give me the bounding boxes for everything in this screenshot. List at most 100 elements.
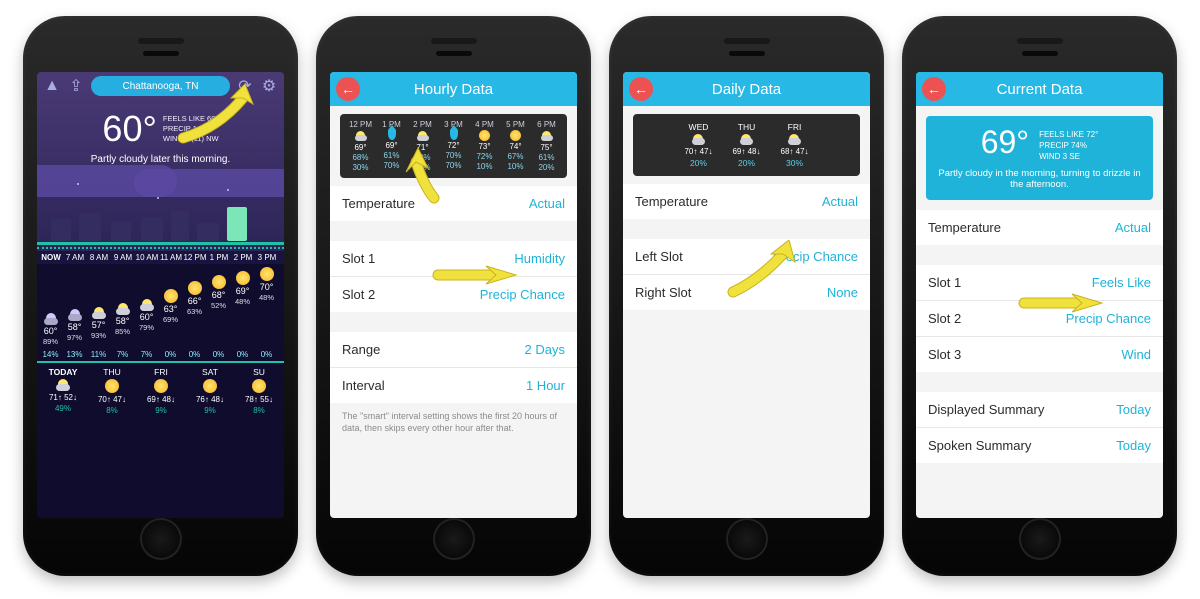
row-value: Precip Chance bbox=[480, 287, 565, 302]
hour-label: 2 PM bbox=[231, 253, 255, 262]
hourly-card[interactable]: 63°69% bbox=[159, 289, 182, 346]
row-spoken-summary[interactable]: Spoken Summary Today bbox=[916, 428, 1163, 463]
day-card[interactable]: THU70↑ 47↓8% bbox=[88, 367, 136, 415]
navbar-title: Daily Data bbox=[712, 81, 781, 98]
preview-day: THU69↑ 48↓20% bbox=[732, 122, 760, 168]
cityscape-illustration bbox=[37, 179, 284, 251]
precip-cell: 0% bbox=[231, 350, 254, 359]
row-slot3[interactable]: Slot 3 Wind bbox=[916, 337, 1163, 372]
hour-label: NOW bbox=[39, 253, 63, 262]
hourly-card[interactable]: 60°89% bbox=[39, 313, 62, 346]
settings-group-summary: Displayed Summary Today Spoken Summary T… bbox=[916, 392, 1163, 463]
navbar-title: Current Data bbox=[997, 81, 1083, 98]
screen-hourly-settings: ← Hourly Data 12 PM69°68%30%1 PM69°61%70… bbox=[330, 72, 577, 518]
row-temperature[interactable]: Temperature Actual bbox=[623, 184, 870, 219]
hourly-humidity: 48% bbox=[259, 293, 274, 302]
day-precip: 9% bbox=[155, 406, 167, 415]
back-button[interactable]: ← bbox=[629, 77, 653, 101]
daily-forecast-row[interactable]: TODAY71↑ 52↓49%THU70↑ 47↓8%FRI69↑ 48↓9%S… bbox=[37, 363, 284, 421]
preview-col: 3 PM72°70%70% bbox=[439, 120, 468, 172]
row-label: Range bbox=[342, 342, 380, 357]
hourly-card[interactable]: 60°79% bbox=[135, 299, 158, 346]
day-hilo: 76↑ 48↓ bbox=[196, 395, 224, 404]
hourly-forecast-row[interactable]: 60°89%58°97%57°93%58°85%60°79%63°69%66°6… bbox=[37, 264, 284, 348]
share-icon[interactable]: ⇪ bbox=[67, 77, 85, 95]
col-precip: 10% bbox=[476, 162, 492, 171]
sun-icon bbox=[203, 379, 217, 393]
hourly-temp: 69° bbox=[236, 286, 250, 296]
preview-col: 4 PM73°72%10% bbox=[470, 120, 499, 172]
preview-col: 2 PM71°68%20% bbox=[408, 120, 437, 172]
row-interval[interactable]: Interval 1 Hour bbox=[330, 368, 577, 403]
hourly-temp: 68° bbox=[212, 290, 226, 300]
row-label: Interval bbox=[342, 378, 385, 393]
row-displayed-summary[interactable]: Displayed Summary Today bbox=[916, 392, 1163, 428]
navbar: ← Current Data bbox=[916, 72, 1163, 106]
row-range[interactable]: Range 2 Days bbox=[330, 332, 577, 368]
hour-labels-row[interactable]: NOW7 AM8 AM9 AM10 AM11 AM12 PM1 PM2 PM3 … bbox=[37, 251, 284, 264]
gear-icon[interactable]: ⚙ bbox=[260, 77, 278, 95]
back-button[interactable]: ← bbox=[922, 77, 946, 101]
row-left-slot[interactable]: Left Slot Precip Chance bbox=[623, 239, 870, 275]
wind: WIND 5 (11) NW bbox=[163, 134, 219, 144]
hourly-card[interactable]: 69°48% bbox=[231, 271, 254, 346]
hourly-temp: 70° bbox=[260, 282, 274, 292]
hourly-temp: 60° bbox=[44, 326, 58, 336]
day-hilo: 68↑ 47↓ bbox=[781, 147, 809, 156]
day-hilo: 71↑ 52↓ bbox=[49, 393, 77, 402]
col-humidity: 67% bbox=[507, 152, 523, 161]
feels-like: FEELS LIKE 60° bbox=[163, 114, 219, 124]
day-card[interactable]: FRI69↑ 48↓9% bbox=[137, 367, 185, 415]
row-label: Temperature bbox=[928, 220, 1001, 235]
preview-col: 12 PM69°68%30% bbox=[346, 120, 375, 172]
hourly-card[interactable]: 58°85% bbox=[111, 303, 134, 346]
hourly-humidity: 97% bbox=[67, 333, 82, 342]
hourly-card[interactable]: 57°93% bbox=[87, 307, 110, 346]
back-button[interactable]: ← bbox=[336, 77, 360, 101]
row-slot1[interactable]: Slot 1 Feels Like bbox=[916, 265, 1163, 301]
hour-label: 12 PM bbox=[183, 253, 207, 262]
hour-label: 8 AM bbox=[87, 253, 111, 262]
day-card[interactable]: SU78↑ 55↓8% bbox=[235, 367, 283, 415]
precip-cell: 0% bbox=[255, 350, 278, 359]
col-temp: 73° bbox=[478, 142, 490, 151]
day-precip: 30% bbox=[786, 158, 803, 168]
day-precip: 49% bbox=[55, 404, 71, 413]
row-temperature[interactable]: Temperature Actual bbox=[916, 210, 1163, 245]
phone-current-settings: ← Current Data 69° FEELS LIKE 72° PRECIP… bbox=[902, 16, 1177, 576]
row-value: Today bbox=[1116, 438, 1151, 453]
hourly-card[interactable]: 58°97% bbox=[63, 309, 86, 346]
warning-icon[interactable]: ▲ bbox=[43, 77, 61, 95]
settings-group-1: Temperature Actual bbox=[916, 210, 1163, 245]
col-label: 4 PM bbox=[475, 120, 494, 129]
col-precip: 20% bbox=[414, 163, 430, 172]
row-slot1[interactable]: Slot 1 Humidity bbox=[330, 241, 577, 277]
row-slot2[interactable]: Slot 2 Precip Chance bbox=[916, 301, 1163, 337]
day-name: WED bbox=[689, 122, 709, 132]
hourly-card[interactable]: 66°63% bbox=[183, 281, 206, 346]
sun-icon bbox=[510, 130, 521, 141]
location-pill[interactable]: Chattanooga, TN bbox=[91, 76, 230, 96]
row-right-slot[interactable]: Right Slot None bbox=[623, 275, 870, 310]
hourly-card[interactable]: 70°48% bbox=[255, 267, 278, 346]
pc-icon bbox=[140, 299, 154, 311]
sun-icon bbox=[164, 289, 178, 303]
col-precip: 70% bbox=[383, 161, 399, 170]
row-temperature[interactable]: Temperature Actual bbox=[330, 186, 577, 221]
settings-group-1: Temperature Actual bbox=[623, 184, 870, 219]
row-slot2[interactable]: Slot 2 Precip Chance bbox=[330, 277, 577, 312]
four-phone-composite: ▲ ⇪ Chattanooga, TN ⟳ ⚙ 60° FEELS LIKE 6… bbox=[10, 16, 1190, 576]
col-temp: 69° bbox=[354, 143, 366, 152]
hourly-temp: 58° bbox=[116, 316, 130, 326]
day-card[interactable]: SAT76↑ 48↓9% bbox=[186, 367, 234, 415]
hour-label: 3 PM bbox=[255, 253, 279, 262]
row-value: Feels Like bbox=[1092, 275, 1151, 290]
hourly-card[interactable]: 68°52% bbox=[207, 275, 230, 346]
refresh-icon[interactable]: ⟳ bbox=[236, 77, 254, 95]
day-card[interactable]: TODAY71↑ 52↓49% bbox=[39, 367, 87, 415]
settings-group-slots: Slot 1 Humidity Slot 2 Precip Chance bbox=[330, 241, 577, 312]
hour-label: 7 AM bbox=[63, 253, 87, 262]
navbar-title: Hourly Data bbox=[414, 81, 493, 98]
day-hilo: 70↑ 47↓ bbox=[684, 147, 712, 156]
pc-icon bbox=[116, 303, 130, 315]
